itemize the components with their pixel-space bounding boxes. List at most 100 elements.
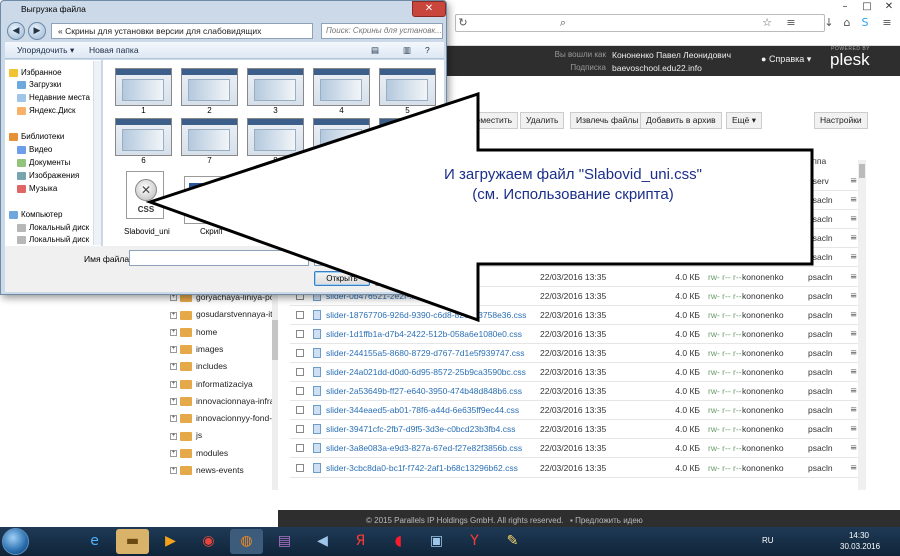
row-checkbox[interactable] [296,463,304,472]
sidebar-item[interactable]: Локальный диск [17,235,89,244]
sidebar-item[interactable]: Компьютер [9,210,62,219]
expand-icon[interactable]: + [170,432,177,440]
winrar-icon[interactable]: ▤ [268,529,301,554]
bookmarks-icon[interactable]: ≡ [784,16,798,30]
file-permissions[interactable]: rw- r-- r-- [708,247,742,267]
table-row[interactable]: slider-24a021dd-d0d0-6d95-8572-25b9ca359… [290,362,865,382]
sidebar-item[interactable]: Локальный диск [17,223,89,232]
subscription-value[interactable]: baevoschool.edu22.info [612,63,702,73]
table-row[interactable]: slider-344eaed5-ab01-78f6-a44d-6e635ff9e… [290,400,865,421]
screenshot-thumbnail[interactable] [115,68,172,106]
screenshot-thumbnail[interactable] [181,68,238,106]
tree-folder-item[interactable]: + home [170,325,278,339]
view-icon[interactable]: ▤ [371,45,379,56]
tree-folder-item[interactable]: + images [170,342,278,356]
language-indicator[interactable]: RU [762,536,774,545]
help-menu[interactable]: ● Справка ▾ [761,54,811,65]
row-menu-icon[interactable]: ≡ [850,343,857,363]
tree-folder-item[interactable]: + innovacionnaya-infra [170,394,278,408]
sidebar-item[interactable]: Загрузки [17,80,61,89]
opera-icon[interactable]: ◖ [382,529,415,554]
settings-button[interactable]: Настройки [814,112,868,129]
row-menu-icon[interactable]: ≡ [850,228,857,248]
row-menu-icon[interactable]: ≡ [850,305,857,325]
row-checkbox[interactable] [296,329,304,338]
sidebar-item[interactable]: Библиотеки [9,132,64,141]
row-menu-icon[interactable]: ≡ [850,400,857,420]
tree-folder-item[interactable]: + informatizaciya [170,377,278,391]
tree-scroll-thumb[interactable] [272,320,278,360]
screenshot-thumbnail[interactable] [313,118,370,156]
firefox-icon[interactable]: ◍ [230,529,263,554]
row-checkbox[interactable] [296,444,304,453]
thumbnail-label[interactable]: 4 [313,106,370,115]
file-permissions[interactable]: rw- r-- r-- [708,362,742,382]
expand-icon[interactable]: + [170,346,177,354]
sidebar-item[interactable]: Недавние места [17,93,90,102]
row-menu-icon[interactable]: ≡ [850,209,857,229]
file-name[interactable]: slider-1d1ffb1a-d7b4-2422-512b-058a6e108… [326,324,522,344]
row-menu-icon[interactable]: ≡ [850,171,857,191]
start-button[interactable] [2,528,29,555]
sidebar-scrollbar[interactable] [93,61,101,245]
row-checkbox[interactable] [296,310,304,319]
paint-icon[interactable]: ✎ [496,529,529,554]
screenshot-thumbnail[interactable] [379,118,436,156]
row-menu-icon[interactable]: ≡ [850,458,857,478]
file-name[interactable]: slider-39471cfc-2fb7-d9f5-3d3e-c0bcd23b3… [326,419,515,439]
organize-button[interactable]: Упорядочить ▾ [17,45,74,56]
tree-folder-item[interactable]: + modules [170,446,278,460]
dialog-close-button[interactable]: ✕ [412,1,446,17]
file-permissions[interactable]: rw- r-- r-- [708,343,742,363]
table-row[interactable]: slider-3cbc8da0-bc1f-f742-2af1-b68c13296… [290,458,865,478]
table-scrollbar[interactable] [858,160,866,490]
word-file-label[interactable]: Скрип [200,227,223,236]
filename-input[interactable] [129,250,309,266]
yandex-browser-icon[interactable]: Y [458,529,491,554]
row-checkbox[interactable] [296,406,304,415]
tree-folder-item[interactable]: + innovacionnyy-fond- [170,411,278,425]
expand-icon[interactable]: + [170,449,177,457]
file-name[interactable]: slider-3a8e083a-e9d3-827a-67ed-f27e82f38… [326,438,522,458]
screenshot-thumbnail[interactable] [115,118,172,156]
thumbnail-label[interactable]: 3 [247,106,304,115]
explorer-icon[interactable]: ▬ [116,529,149,554]
table-row[interactable]: slider-1d1ffb1a-d7b4-2422-512b-058a6e108… [290,324,865,344]
home-icon[interactable]: ⌂ [840,16,854,30]
thumbnail-label[interactable]: 10 [379,156,436,165]
new-folder-button[interactable]: Новая папка [89,45,139,55]
thumbnail-label[interactable]: 1 [115,106,172,115]
table-row[interactable]: slider-2a53649b-ff27-e640-3950-474b48d84… [290,381,865,402]
sidebar-item[interactable]: Документы [17,158,70,167]
tree-folder-item[interactable]: + news-events [170,463,278,477]
row-checkbox[interactable] [296,348,304,357]
file-name[interactable]: slider-2a53649b-ff27-e640-3950-474b48d84… [326,381,522,401]
chrome-icon[interactable]: ◉ [192,529,225,554]
suggest-idea-link[interactable]: ▪ Предложить идею [570,516,643,525]
media-player-icon[interactable]: ▶ [154,529,187,554]
filetype-select[interactable]: Все файлы [314,250,436,266]
screenshot-thumbnail[interactable] [379,68,436,106]
row-checkbox[interactable] [296,425,304,434]
screenshot-thumbnail[interactable] [247,118,304,156]
help-icon[interactable]: ? [425,45,430,55]
css-file-label[interactable]: Slabovid_uni [124,227,170,236]
tree-folder-item[interactable]: + includes [170,359,278,373]
screenshot-thumbnail[interactable] [313,68,370,106]
open-button[interactable]: Открыть [314,271,370,286]
tree-folder-item[interactable]: + js [170,428,278,442]
minimize-button[interactable]: – [834,0,856,14]
thumbnail-label[interactable]: 2 [181,106,238,115]
thumbnail-label[interactable]: 8 [247,156,304,165]
file-permissions[interactable]: rw- r-- r-- [708,324,742,344]
archive-button[interactable]: Добавить в архив [640,112,722,129]
sidebar-item[interactable]: Избранное [9,68,62,77]
row-menu-icon[interactable]: ≡ [850,438,857,458]
thumbnail-label[interactable]: 5 [379,106,436,115]
network-icon[interactable]: ▣ [420,529,453,554]
screenshot-thumbnail[interactable] [247,68,304,106]
table-scroll-thumb[interactable] [859,164,865,178]
logged-in-user[interactable]: Кононенко Павел Леонидович [612,50,731,60]
move-button[interactable]: Переместить [454,112,519,129]
more-button[interactable]: Ещё ▾ [726,112,763,129]
